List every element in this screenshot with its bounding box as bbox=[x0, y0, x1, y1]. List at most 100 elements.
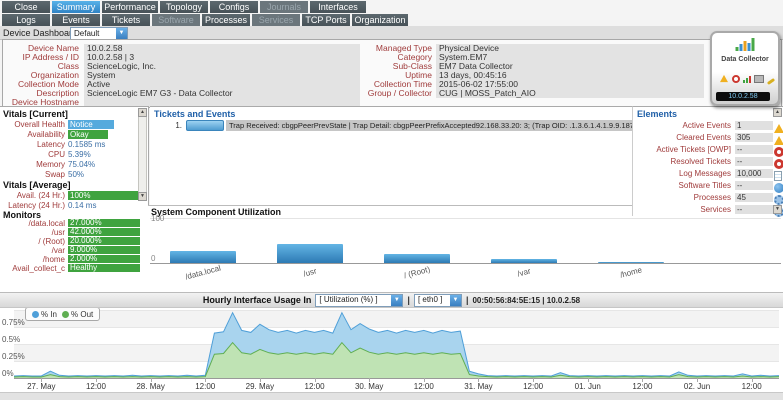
bar-chart-icon bbox=[736, 38, 755, 51]
x-axis-tick-label: 01. Jun bbox=[566, 382, 610, 391]
x-axis-tick-label: 12:00 bbox=[402, 382, 446, 391]
element-value: -- bbox=[735, 205, 773, 214]
tab-summary[interactable]: Summary bbox=[52, 1, 100, 13]
signal-bars-icon bbox=[743, 76, 751, 83]
usage-metric-value: [ Utilization (%) ] bbox=[316, 295, 391, 305]
device-info-value: 10.0.2.58 bbox=[84, 44, 360, 53]
vital-label: / (Root) bbox=[0, 237, 65, 246]
device-info-value: Active bbox=[84, 80, 360, 89]
legend-item-out[interactable]: % Out bbox=[62, 310, 93, 319]
interface-mac-ip: 00:50:56:84:5E:15 | 10.0.2.58 bbox=[472, 296, 580, 305]
system-component-utilization-chart: System Component Utilization 1000/data.l… bbox=[148, 205, 783, 293]
vital-status-badge: 20.000% bbox=[68, 237, 140, 245]
chevron-down-icon[interactable]: ▼ bbox=[116, 28, 127, 39]
x-axis-tick-label: 29. May bbox=[238, 382, 282, 391]
element-value: -- bbox=[735, 145, 773, 154]
device-info-value: ScienceLogic EM7 G3 - Data Collector bbox=[84, 89, 360, 98]
element-label: Software Titles bbox=[635, 181, 731, 190]
y-axis-tick-label: 0% bbox=[2, 370, 14, 378]
vital-value: 75.04% bbox=[68, 160, 95, 169]
vital-status-badge: Notice bbox=[68, 120, 114, 129]
tab-performance[interactable]: Performance bbox=[102, 1, 158, 13]
chevron-down-icon[interactable]: ▼ bbox=[450, 295, 461, 306]
x-axis-tick-label: 31. May bbox=[456, 382, 500, 391]
x-axis-line bbox=[150, 263, 781, 264]
dashboard-select-value: Default bbox=[71, 29, 116, 39]
x-axis-tick-label: 12:00 bbox=[74, 382, 118, 391]
vital-label: /data.local bbox=[0, 219, 65, 228]
vital-label: Swap bbox=[0, 170, 65, 179]
tab-close[interactable]: Close bbox=[2, 1, 50, 13]
vital-label: /usr bbox=[0, 228, 65, 237]
warning-icon bbox=[720, 75, 728, 82]
device-dashboard-bar: Device Dashboard Default ▼ bbox=[0, 26, 783, 40]
device-info-value: ScienceLogic, Inc. bbox=[84, 62, 360, 71]
interface-select[interactable]: [ eth0 ] ▼ bbox=[414, 294, 462, 307]
vital-label: /var bbox=[0, 246, 65, 255]
event-row-number: 1. bbox=[168, 121, 182, 130]
elements-panel: Elements Active Events1Cleared Events305… bbox=[632, 106, 783, 216]
legend-item-in[interactable]: % In bbox=[32, 310, 57, 319]
chart-legend: % In % Out bbox=[25, 307, 100, 321]
vital-status-badge: 100% bbox=[68, 191, 140, 200]
tab-interfaces[interactable]: Interfaces bbox=[310, 1, 366, 13]
element-value: -- bbox=[735, 181, 773, 190]
in-series-swatch bbox=[32, 311, 39, 318]
device-type-label: Data Collector bbox=[712, 56, 778, 63]
gridline bbox=[14, 310, 779, 311]
x-axis-tick-label: 02. Jun bbox=[675, 382, 719, 391]
element-label: Cleared Events bbox=[635, 133, 731, 142]
vital-label: Memory bbox=[0, 160, 65, 169]
vital-status-badge: 42.000% bbox=[68, 228, 140, 236]
scroll-down-icon[interactable]: ▼ bbox=[773, 205, 782, 214]
tab-tcp-ports[interactable]: TCP Ports bbox=[302, 14, 350, 26]
device-type-widget[interactable]: Data Collector 10.0.2.58 bbox=[710, 31, 780, 106]
device-info-value: System.EM7 bbox=[436, 53, 704, 62]
vitals-average-title: Vitals [Average] bbox=[3, 180, 71, 190]
device-properties-panel: Device Name10.0.2.58IP Address / ID10.0.… bbox=[2, 39, 782, 108]
event-message-link[interactable]: Trap Received: cbgpPeerPrevState | Trap … bbox=[226, 120, 632, 131]
tab-processes[interactable]: Processes bbox=[202, 14, 250, 26]
vital-value: 0.14 ms bbox=[68, 201, 96, 210]
device-info-value: 13 days, 00:45:16 bbox=[436, 71, 704, 80]
tab-tickets[interactable]: Tickets bbox=[102, 14, 150, 26]
gridline bbox=[14, 327, 779, 328]
elements-title: Elements bbox=[637, 109, 677, 119]
vital-status-badge: Okay bbox=[68, 130, 108, 139]
x-axis-tick-label: 12:00 bbox=[183, 382, 227, 391]
device-info-label: Group / Collector bbox=[358, 89, 432, 98]
vitals-scrollbar[interactable] bbox=[138, 108, 147, 201]
x-axis-tick-label: 28. May bbox=[129, 382, 173, 391]
device-info-value: CUG | MOSS_Patch_AIO bbox=[436, 89, 704, 98]
tab-journals: Journals bbox=[260, 1, 308, 13]
lifering-icon bbox=[732, 75, 740, 83]
x-axis-tick-label: 12:00 bbox=[293, 382, 337, 391]
scroll-up-icon[interactable]: ▲ bbox=[773, 108, 782, 117]
wrench-icon bbox=[767, 78, 775, 85]
x-axis-tick-label: 30. May bbox=[347, 382, 391, 391]
tab-configs[interactable]: Configs bbox=[210, 1, 258, 13]
y-axis-tick-label: 0 bbox=[151, 254, 155, 263]
vital-status-badge: Healthy bbox=[68, 264, 140, 272]
x-axis-tick-label: 12:00 bbox=[620, 382, 664, 391]
tab-events[interactable]: Events bbox=[52, 14, 100, 26]
vitals-current-title: Vitals [Current] bbox=[3, 109, 68, 119]
hourly-usage-title: Hourly Interface Usage In bbox=[203, 295, 312, 305]
usage-metric-select[interactable]: [ Utilization (%) ] ▼ bbox=[315, 294, 403, 307]
scroll-up-icon[interactable]: ▲ bbox=[138, 108, 147, 117]
scroll-down-icon[interactable]: ▼ bbox=[138, 192, 147, 201]
tab-logs[interactable]: Logs bbox=[2, 14, 50, 26]
chevron-down-icon[interactable]: ▼ bbox=[391, 295, 402, 306]
element-value: 10,000 bbox=[735, 169, 773, 178]
y-axis-tick-label: 0.5% bbox=[2, 336, 20, 344]
device-info-value: System bbox=[84, 71, 360, 80]
x-axis-line bbox=[14, 378, 779, 379]
page-footer-strip bbox=[0, 392, 783, 400]
element-value: 305 bbox=[735, 133, 773, 142]
x-axis-tick-label: 12:00 bbox=[511, 382, 555, 391]
element-label: Active Events bbox=[635, 121, 731, 130]
device-info-value: Physical Device bbox=[436, 44, 704, 53]
tab-topology[interactable]: Topology bbox=[160, 1, 208, 13]
tab-organization[interactable]: Organization bbox=[352, 14, 408, 26]
device-ip-badge: 10.0.2.58 bbox=[716, 92, 770, 101]
